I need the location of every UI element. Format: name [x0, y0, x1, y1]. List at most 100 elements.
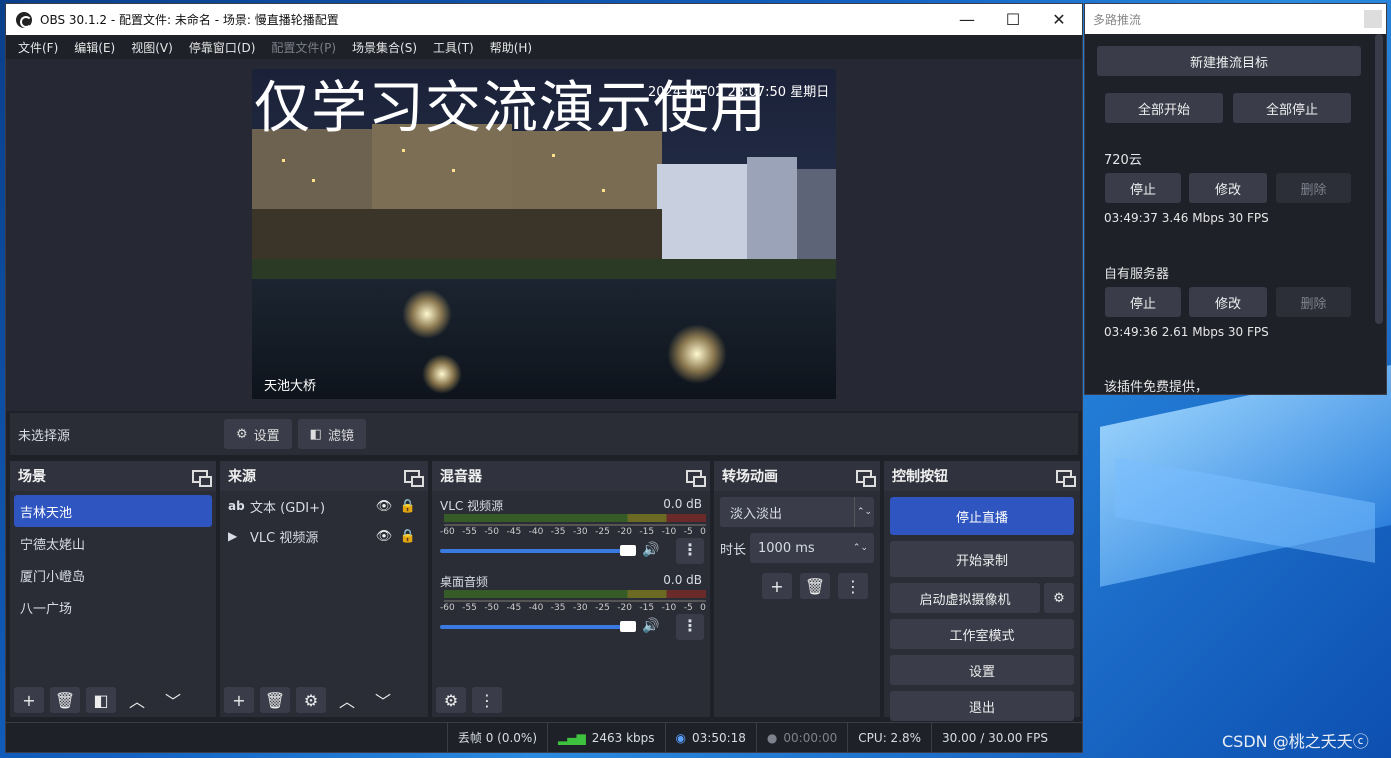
- stop-streaming-button[interactable]: 停止直播: [890, 497, 1074, 535]
- start-recording-button[interactable]: 开始录制: [890, 541, 1074, 577]
- media-source-icon: ▶: [228, 529, 238, 543]
- studio-mode-button[interactable]: 工作室模式: [890, 619, 1074, 649]
- mixer-channels: VLC 视频源 0.0 dB -60 -55 -50 -45 -40 -35 -30 -25-…: [432, 491, 710, 649]
- remove-scene-button[interactable]: 🗑: [50, 687, 80, 713]
- scene-item[interactable]: 厦门小嶝岛: [14, 559, 212, 591]
- menu-help[interactable]: 帮助(H): [490, 39, 532, 56]
- scale-tick: -40: [528, 527, 544, 537]
- volume-meter: [444, 590, 706, 598]
- scale-tick: -55: [462, 527, 477, 537]
- move-scene-up-button[interactable]: ︿: [122, 687, 152, 713]
- target-edit-button[interactable]: 修改: [1189, 287, 1267, 317]
- menu-tools[interactable]: 工具(T): [433, 39, 474, 56]
- advanced-audio-button[interactable]: ⚙: [436, 687, 466, 713]
- close-icon[interactable]: [1364, 10, 1382, 28]
- start-all-button[interactable]: 全部开始: [1105, 93, 1223, 123]
- new-push-target-button[interactable]: 新建推流目标: [1097, 46, 1361, 76]
- exit-button[interactable]: 退出: [890, 691, 1074, 721]
- menu-profile[interactable]: 配置文件(P): [271, 39, 336, 56]
- undock-icon[interactable]: [686, 469, 706, 487]
- window-light: [552, 154, 555, 157]
- trash-icon: 🗑: [54, 690, 76, 710]
- move-scene-down-button[interactable]: ﹀: [158, 687, 188, 713]
- channel-menu-button[interactable]: ⋮: [676, 538, 704, 564]
- controls-title: 控制按钮: [892, 469, 948, 485]
- settings-button[interactable]: 设置: [890, 655, 1074, 685]
- source-item[interactable]: ▶ VLC 视频源 👁 🔒: [220, 521, 428, 551]
- volume-slider-handle[interactable]: [620, 545, 636, 556]
- menu-docks[interactable]: 停靠窗口(D): [189, 39, 256, 56]
- remove-transition-button[interactable]: 🗑: [800, 573, 830, 599]
- menu-scene-collection[interactable]: 场景集合(S): [352, 39, 417, 56]
- visibility-eye-icon[interactable]: 👁: [372, 499, 396, 514]
- volume-slider[interactable]: [440, 625, 636, 629]
- target-stop-button[interactable]: 停止: [1105, 287, 1181, 317]
- building: [797, 169, 836, 259]
- undock-icon[interactable]: [856, 469, 876, 487]
- add-transition-button[interactable]: +: [762, 573, 792, 599]
- minimize-button[interactable]: —: [944, 4, 990, 35]
- add-source-button[interactable]: +: [224, 687, 254, 713]
- scene-item[interactable]: 宁德太姥山: [14, 527, 212, 559]
- sources-header: 来源: [220, 461, 428, 491]
- remove-source-button[interactable]: 🗑: [260, 687, 290, 713]
- scene-item[interactable]: 八一广场: [14, 591, 212, 623]
- mixer-menu-button[interactable]: ⋮: [472, 687, 502, 713]
- lock-icon[interactable]: 🔒: [396, 499, 420, 514]
- move-source-up-button[interactable]: ︿: [332, 687, 362, 713]
- source-item[interactable]: ab 文本 (GDI+) 👁 🔒: [220, 491, 428, 521]
- bitrate-status: ▂▄▆ 2463 kbps: [547, 722, 664, 753]
- source-settings-button[interactable]: ⚙ 设置: [224, 419, 292, 449]
- scale-tick: -15: [639, 527, 655, 537]
- scale-tick: -20: [617, 527, 632, 537]
- target-name: 自有服务器: [1104, 267, 1170, 282]
- controls-buttons: 停止直播 开始录制 启动虚拟摄像机 ⚙ 工作室模式 设置 退出: [884, 491, 1080, 721]
- scene-item[interactable]: 吉林天池: [14, 495, 212, 527]
- target-edit-button[interactable]: 修改: [1189, 173, 1267, 203]
- add-scene-button[interactable]: +: [14, 687, 44, 713]
- spinner-icon[interactable]: ⌃⌄: [853, 543, 874, 553]
- speaker-icon[interactable]: 🔊: [642, 542, 659, 558]
- transitions-dock: 转场动画 淡入淡出 ⌃⌄ 时长 1000 ms ⌃⌄ + 🗑 ⋮: [714, 461, 880, 717]
- volume-slider[interactable]: [440, 549, 636, 553]
- mixer-dock: 混音器 VLC 视频源 0.0 dB -60 -55 -50 -45 -40 -35 -30…: [432, 461, 710, 717]
- speaker-icon[interactable]: 🔊: [642, 618, 659, 634]
- menu-edit[interactable]: 编辑(E): [74, 39, 115, 56]
- preview-canvas[interactable]: 仅学习交流演示使用 2024-06-02 23:07:50 星期日 天池大桥: [252, 69, 836, 399]
- target-delete-button[interactable]: 删除: [1276, 287, 1351, 317]
- virtual-camera-settings-button[interactable]: ⚙: [1044, 583, 1074, 613]
- lock-icon[interactable]: 🔒: [396, 529, 420, 544]
- channel-menu-button[interactable]: ⋮: [676, 614, 704, 640]
- undock-icon[interactable]: [404, 469, 424, 487]
- target-delete-button[interactable]: 删除: [1276, 173, 1351, 203]
- gear-icon: ⚙: [1053, 590, 1065, 606]
- title-bar: OBS 30.1.2 - 配置文件: 未命名 - 场景: 慢直播轮播配置 — ☐…: [6, 4, 1082, 35]
- plugin-note: 该插件免费提供，: [1104, 380, 1209, 395]
- trash-icon: 🗑: [264, 690, 286, 710]
- undock-icon[interactable]: [192, 469, 212, 487]
- target-stop-button[interactable]: 停止: [1105, 173, 1181, 203]
- maximize-button[interactable]: ☐: [990, 4, 1036, 35]
- transition-select[interactable]: 淡入淡出 ⌃⌄: [720, 497, 874, 527]
- undock-icon[interactable]: [1056, 469, 1076, 487]
- menu-file[interactable]: 文件(F): [18, 39, 58, 56]
- scale-tick: 0: [700, 527, 706, 537]
- transition-menu-button[interactable]: ⋮: [838, 573, 868, 599]
- river: [252, 279, 836, 399]
- source-filters-button[interactable]: ◧ 滤镜: [297, 419, 366, 449]
- scene-filters-button[interactable]: ◧: [86, 687, 116, 713]
- volume-slider-handle[interactable]: [620, 621, 636, 632]
- source-properties-button[interactable]: ⚙: [296, 687, 326, 713]
- menu-view[interactable]: 视图(V): [131, 39, 173, 56]
- scale-tick: -30: [572, 527, 588, 537]
- scrollbar[interactable]: [1375, 34, 1383, 324]
- mixer-channel: 桌面音频 0.0 dB -60 -55 -50 -45 -40 -35 -30 -25 -20-…: [440, 573, 706, 649]
- sources-dock: 来源 ab 文本 (GDI+) 👁 🔒 ▶ VLC 视频源 👁 🔒 + 🗑 ⚙ …: [220, 461, 428, 717]
- status-bar: 丢帧 0 (0.0%) ▂▄▆ 2463 kbps ◉ 03:50:18 ● 00:0…: [6, 722, 1082, 753]
- move-source-down-button[interactable]: ﹀: [368, 687, 398, 713]
- duration-input[interactable]: 1000 ms ⌃⌄: [750, 533, 874, 563]
- start-virtual-camera-button[interactable]: 启动虚拟摄像机: [890, 583, 1040, 613]
- close-button[interactable]: ✕: [1036, 4, 1082, 35]
- stop-all-button[interactable]: 全部停止: [1233, 93, 1351, 123]
- visibility-eye-icon[interactable]: 👁: [372, 529, 396, 544]
